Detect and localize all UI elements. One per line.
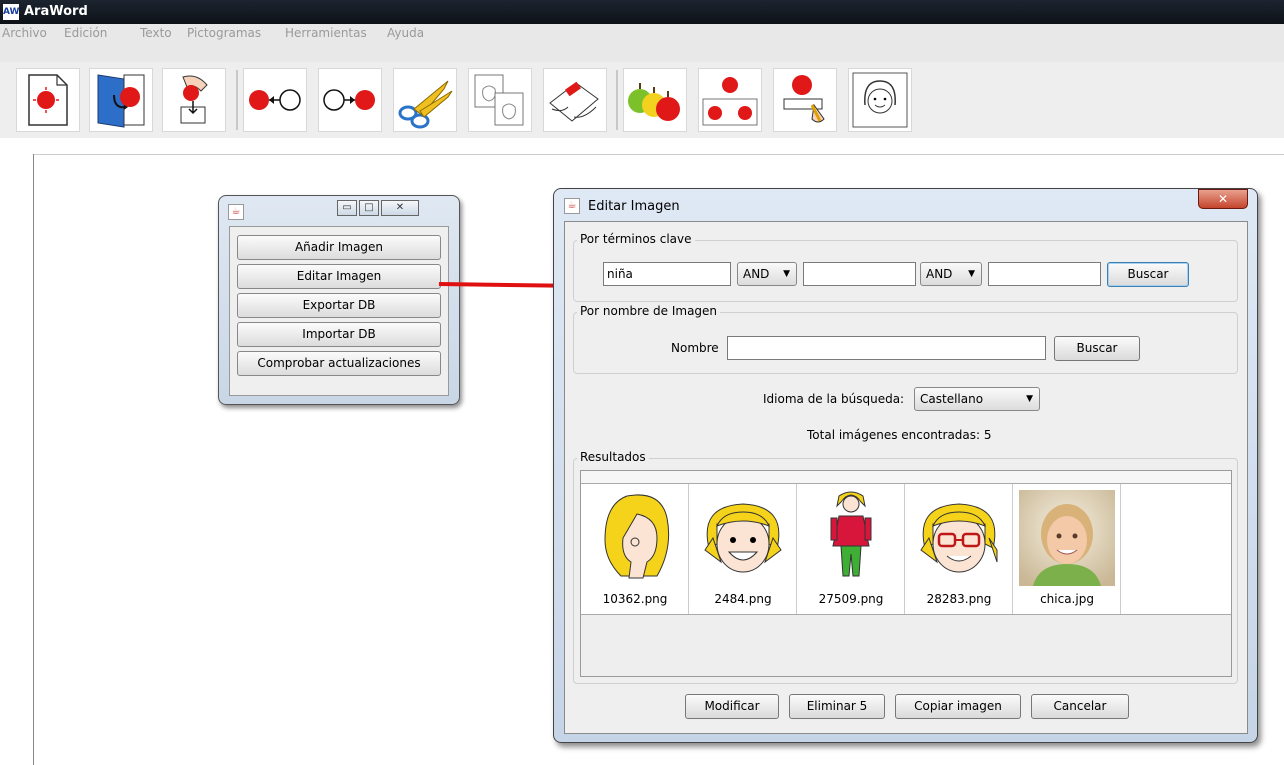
girl-glasses-face-icon <box>920 503 998 573</box>
table-header <box>581 471 1231 484</box>
delete-button[interactable]: Eliminar 5 <box>789 694 885 719</box>
app-logo-icon: AW <box>3 4 20 20</box>
toolbar-separator <box>236 70 238 130</box>
language-label: Idioma de la búsqueda: <box>763 392 905 406</box>
girl-face-icon[interactable] <box>848 68 912 132</box>
result-cell[interactable]: 28283.png <box>905 484 1013 614</box>
name-label: Nombre <box>671 341 719 355</box>
title-bar: AW AraWord <box>0 0 1284 24</box>
paste-icon[interactable] <box>543 68 607 132</box>
export-db-button[interactable]: Exportar DB <box>237 293 441 318</box>
by-name-legend: Por nombre de Imagen <box>577 304 721 318</box>
menu-pictogramas[interactable]: Pictogramas <box>187 26 261 40</box>
name-field[interactable] <box>727 336 1046 360</box>
result-filename: 28283.png <box>926 592 992 606</box>
dialog-body: Añadir Imagen Editar Imagen Exportar DB … <box>229 226 449 396</box>
canvas-border <box>33 154 1284 155</box>
name-search-button[interactable]: Buscar <box>1054 336 1140 361</box>
keyword-field-2[interactable] <box>803 262 916 286</box>
chevron-down-icon: ▼ <box>968 269 975 279</box>
menu-bar: Archivo Edición Texto Pictogramas Herram… <box>0 24 1284 62</box>
dialog-title: Editar Imagen <box>588 199 680 214</box>
dialog-body: Por términos clave niña AND ▼ AND ▼ Buscar… <box>564 221 1248 734</box>
close-button[interactable]: ✕ <box>381 200 419 216</box>
arrow-left-icon[interactable] <box>243 68 307 132</box>
menu-edicion[interactable]: Edición <box>64 26 107 40</box>
result-filename: 2484.png <box>714 592 772 606</box>
result-filename: 10362.png <box>602 592 668 606</box>
toolbar-separator <box>616 70 618 130</box>
operator-select-1[interactable]: AND ▼ <box>737 262 797 286</box>
menu-ayuda[interactable]: Ayuda <box>387 26 424 40</box>
java-icon: ☕ <box>228 204 244 220</box>
check-updates-button[interactable]: Comprobar actualizaciones <box>237 351 441 376</box>
maximize-button[interactable]: □ <box>359 200 379 216</box>
window-title: AraWord <box>24 4 88 19</box>
hand-dropping-icon[interactable] <box>162 68 226 132</box>
keyword-field-3[interactable] <box>988 262 1101 286</box>
apple-writing-icon[interactable] <box>773 68 837 132</box>
copy-image-button[interactable]: Copiar imagen <box>895 694 1021 719</box>
canvas-border <box>33 154 34 765</box>
chevron-down-icon: ▼ <box>783 269 790 279</box>
results-table: 10362.png 2484.png 27509.png 28283.png c… <box>580 470 1232 677</box>
scissors-icon[interactable] <box>393 68 457 132</box>
arrow-right-icon[interactable] <box>318 68 382 132</box>
new-document-icon[interactable] <box>16 68 80 132</box>
language-select[interactable]: Castellano ▼ <box>914 387 1040 411</box>
cancel-button[interactable]: Cancelar <box>1031 694 1129 719</box>
edit-image-dialog: ☕ Editar Imagen ✕ Por términos clave niñ… <box>553 188 1258 743</box>
import-db-button[interactable]: Importar DB <box>237 322 441 347</box>
chevron-down-icon: ▼ <box>1026 394 1033 404</box>
keywords-legend: Por términos clave <box>577 232 695 246</box>
operator-select-2[interactable]: AND ▼ <box>920 262 982 286</box>
result-filename: 27509.png <box>818 592 884 606</box>
girl-standing-icon <box>830 491 872 577</box>
open-door-icon[interactable] <box>89 68 153 132</box>
language-select-value: Castellano <box>920 392 984 406</box>
apples-split-icon[interactable] <box>698 68 762 132</box>
total-images-text: Total imágenes encontradas: <box>807 428 981 442</box>
results-legend: Resultados <box>577 450 649 464</box>
total-images-count: 5 <box>983 428 992 442</box>
java-icon: ☕ <box>564 198 580 214</box>
minimize-button[interactable]: ▭ <box>337 200 357 216</box>
result-cell-empty <box>1121 484 1229 614</box>
menu-herramientas[interactable]: Herramientas <box>285 26 367 40</box>
copy-icon[interactable] <box>468 68 532 132</box>
apples-icon[interactable] <box>623 68 687 132</box>
edit-image-button[interactable]: Editar Imagen <box>237 264 441 289</box>
girl-photo <box>1019 490 1115 586</box>
keyword-search-button[interactable]: Buscar <box>1107 262 1189 287</box>
result-cell[interactable]: 10362.png <box>581 484 689 614</box>
keyword-field-1[interactable]: niña <box>603 262 731 286</box>
close-button[interactable]: ✕ <box>1198 189 1248 209</box>
operator-select-1-value: AND <box>743 267 770 281</box>
database-dialog: ☕ ▭ □ ✕ Añadir Imagen Editar Imagen Expo… <box>218 195 460 405</box>
result-filename: chica.jpg <box>1040 592 1094 606</box>
result-cell[interactable]: 2484.png <box>689 484 797 614</box>
menu-archivo[interactable]: Archivo <box>2 26 47 40</box>
total-images-label: Total imágenes encontradas: 5 <box>807 428 992 442</box>
operator-select-2-value: AND <box>926 267 953 281</box>
result-cell[interactable]: 27509.png <box>797 484 905 614</box>
result-cell[interactable]: chica.jpg <box>1013 484 1121 614</box>
girl-smiling-face-icon <box>704 503 782 573</box>
girl-profile-icon <box>604 494 670 579</box>
modify-button[interactable]: Modificar <box>685 694 779 719</box>
menu-texto[interactable]: Texto <box>140 26 172 40</box>
add-image-button[interactable]: Añadir Imagen <box>237 235 441 260</box>
